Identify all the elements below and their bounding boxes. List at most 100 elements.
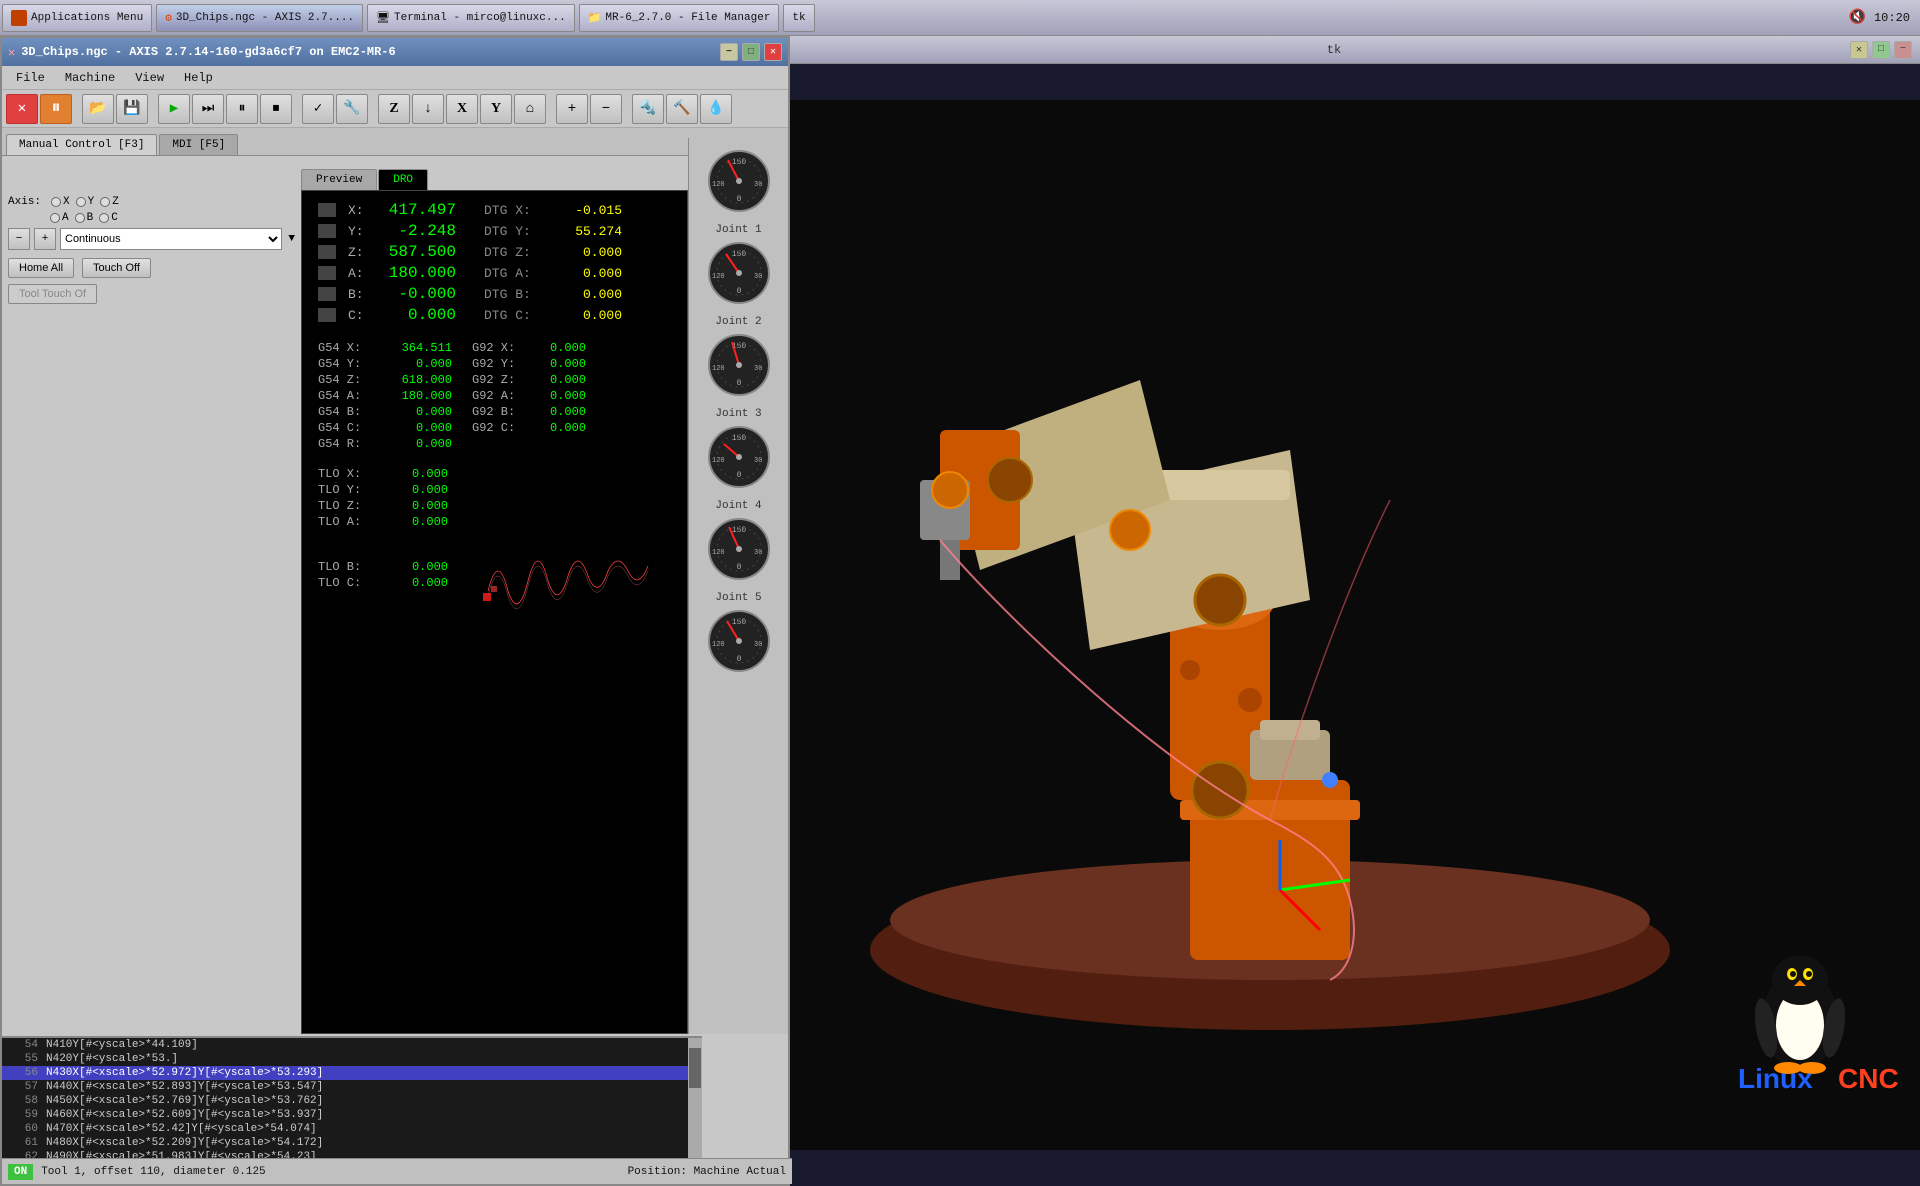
run-button[interactable]: ▶ bbox=[158, 94, 190, 124]
dro-dtg-x-label: DTG X: bbox=[484, 203, 544, 218]
zdown-button[interactable]: ↓ bbox=[412, 94, 444, 124]
tab-dro[interactable]: DRO bbox=[378, 169, 428, 190]
dro-dtg-a-value: 0.000 bbox=[552, 266, 622, 281]
axis-x-radio[interactable]: X bbox=[51, 196, 70, 208]
jog-plus-button[interactable]: + bbox=[34, 228, 56, 250]
plus-button[interactable]: + bbox=[556, 94, 588, 124]
axis-z-radio[interactable]: Z bbox=[100, 196, 119, 208]
home-button[interactable]: ⌂ bbox=[514, 94, 546, 124]
tk-minimize-button[interactable]: − bbox=[1894, 41, 1912, 59]
dro-dtg-b-label: DTG B: bbox=[484, 287, 544, 302]
home-icon-x bbox=[318, 203, 336, 217]
abort-button[interactable]: ⏹ bbox=[260, 94, 292, 124]
menu-file[interactable]: File bbox=[6, 69, 55, 87]
tab-manual-control[interactable]: Manual Control [F3] bbox=[6, 134, 157, 155]
home-icon-c bbox=[318, 308, 336, 322]
line-num-59: 59 bbox=[8, 1109, 38, 1121]
position-mode: Position: Machine Actual bbox=[628, 1166, 786, 1178]
pause-button[interactable]: ⏸ bbox=[40, 94, 72, 124]
tab-preview[interactable]: Preview bbox=[301, 169, 377, 190]
dro-y-value: -2.248 bbox=[376, 222, 456, 240]
coolant-button[interactable]: 💧 bbox=[700, 94, 732, 124]
line-code-55: N420Y[#<yscale>*53.] bbox=[46, 1053, 178, 1065]
code-line-56: 56 N430X[#<xscale>*52.972]Y[#<yscale>*53… bbox=[2, 1066, 702, 1080]
g54-z-value: 618.000 bbox=[382, 373, 452, 387]
y-button[interactable]: Y bbox=[480, 94, 512, 124]
g92-x-label: G92 X: bbox=[472, 341, 522, 355]
scrollbar-thumb[interactable] bbox=[689, 1048, 701, 1088]
touch-button[interactable]: 🔧 bbox=[336, 94, 368, 124]
menubar: File Machine View Help bbox=[2, 66, 788, 90]
save-button[interactable]: 💾 bbox=[116, 94, 148, 124]
axis-a-radio[interactable]: A bbox=[50, 212, 69, 224]
tk-maximize-button[interactable]: □ bbox=[1872, 41, 1890, 59]
menu-help[interactable]: Help bbox=[174, 69, 223, 87]
dro-y-label: Y: bbox=[348, 224, 368, 239]
home-all-button[interactable]: Home All bbox=[8, 258, 74, 278]
taskbar-item-filemanager[interactable]: 📁 MR-6_2.7.0 - File Manager bbox=[579, 4, 780, 32]
x-button[interactable]: X bbox=[446, 94, 478, 124]
tool-button[interactable]: 🔨 bbox=[666, 94, 698, 124]
tab-mdi[interactable]: MDI [F5] bbox=[159, 134, 238, 155]
mode-tabs: Manual Control [F3] MDI [F5] bbox=[2, 128, 788, 156]
window-titlebar: ✕ 3D_Chips.ngc - AXIS 2.7.14-160-gd3a6cf… bbox=[2, 38, 788, 66]
spindle-button[interactable]: 🔩 bbox=[632, 94, 664, 124]
dro-dtg-z-label: DTG Z: bbox=[484, 245, 544, 260]
touch-off-button[interactable]: Touch Off bbox=[82, 258, 151, 278]
robot-scene-svg: Linux CNC bbox=[790, 64, 1920, 1186]
line-num-61: 61 bbox=[8, 1137, 38, 1149]
jog-dropdown-icon: ▼ bbox=[288, 233, 295, 245]
dro-b-label: B: bbox=[348, 287, 368, 302]
g92-x-value: 0.000 bbox=[526, 341, 586, 355]
dro-content: X: 417.497 DTG X: -0.015 Y: -2.248 DTG Y… bbox=[302, 191, 687, 631]
taskbar-item-tk[interactable]: tk bbox=[783, 4, 814, 32]
window-icon: ✕ bbox=[8, 45, 15, 60]
dro-x-label: X: bbox=[348, 203, 368, 218]
code-line-57: 57 N440X[#<xscale>*52.893]Y[#<yscale>*53… bbox=[2, 1080, 702, 1094]
g54-row-c: G54 C: 0.000 G92 C: 0.000 bbox=[318, 421, 671, 435]
axis-abc-group: A B C bbox=[8, 212, 295, 224]
home-icon-y bbox=[318, 224, 336, 238]
minimize-button[interactable]: − bbox=[720, 43, 738, 61]
taskbar-item-terminal[interactable]: 🖥 Terminal - mirco@linuxc... bbox=[367, 4, 575, 32]
tool-touch-off-button[interactable]: Tool Touch Of bbox=[8, 284, 97, 304]
dro-dtg-c-value: 0.000 bbox=[552, 308, 622, 323]
verify-button[interactable]: ✓ bbox=[302, 94, 334, 124]
tk-close-button[interactable]: ✕ bbox=[1850, 41, 1868, 59]
axis-b-radio[interactable]: B bbox=[75, 212, 94, 224]
joint3-gauge: 150 0 120 30 bbox=[704, 422, 774, 492]
svg-text:CNC: CNC bbox=[1838, 1063, 1899, 1094]
step-button[interactable]: ⏭ bbox=[192, 94, 224, 124]
jog-minus-button[interactable]: − bbox=[8, 228, 30, 250]
home-touch-buttons: Home All Touch Off bbox=[8, 258, 295, 278]
tlo-row-a: TLO A: 0.000 bbox=[318, 515, 671, 529]
g54-y-value: 0.000 bbox=[382, 357, 452, 371]
taskbar-item-axis[interactable]: ⚙ 3D_Chips.ngc - AXIS 2.7.... bbox=[156, 4, 363, 32]
axis-c-radio[interactable]: C bbox=[99, 212, 118, 224]
robot-3d-view[interactable]: Linux CNC bbox=[790, 64, 1920, 1186]
hold-button[interactable]: ⏸ bbox=[226, 94, 258, 124]
jog-mode-select[interactable]: Continuous Step 0.001 Step 0.01 Step 0.1 bbox=[60, 228, 282, 250]
joint4-label: Joint 4 bbox=[715, 500, 761, 512]
jog-controls: − + Continuous Step 0.001 Step 0.01 Step… bbox=[8, 228, 295, 250]
dro-row-a: A: 180.000 DTG A: 0.000 bbox=[318, 264, 671, 282]
stop-button[interactable]: ✕ bbox=[6, 94, 38, 124]
maximize-button[interactable]: □ bbox=[742, 43, 760, 61]
menu-machine[interactable]: Machine bbox=[55, 69, 125, 87]
close-button[interactable]: ✕ bbox=[764, 43, 782, 61]
code-line-58: 58 N450X[#<xscale>*52.769]Y[#<yscale>*53… bbox=[2, 1094, 702, 1108]
tk-label: tk bbox=[792, 12, 805, 24]
dro-z-value: 587.500 bbox=[376, 243, 456, 261]
taskbar-item-apps[interactable]: Applications Menu bbox=[2, 4, 152, 32]
open-button[interactable]: 📂 bbox=[82, 94, 114, 124]
tlo-row-b: TLO B: 0.000 bbox=[318, 560, 448, 574]
svg-text:Linux: Linux bbox=[1738, 1063, 1813, 1094]
axis-y-radio[interactable]: Y bbox=[76, 196, 95, 208]
g54-row-b: G54 B: 0.000 G92 B: 0.000 bbox=[318, 405, 671, 419]
minus-button[interactable]: − bbox=[590, 94, 622, 124]
z-button[interactable]: Z bbox=[378, 94, 410, 124]
gcode-lines: 54 N410Y[#<yscale>*44.109] 55 N420Y[#<ys… bbox=[2, 1038, 702, 1164]
joint5-gauge: 150 0 120 30 bbox=[704, 606, 774, 676]
menu-view[interactable]: View bbox=[125, 69, 174, 87]
tlo-y-value: 0.000 bbox=[388, 483, 448, 497]
